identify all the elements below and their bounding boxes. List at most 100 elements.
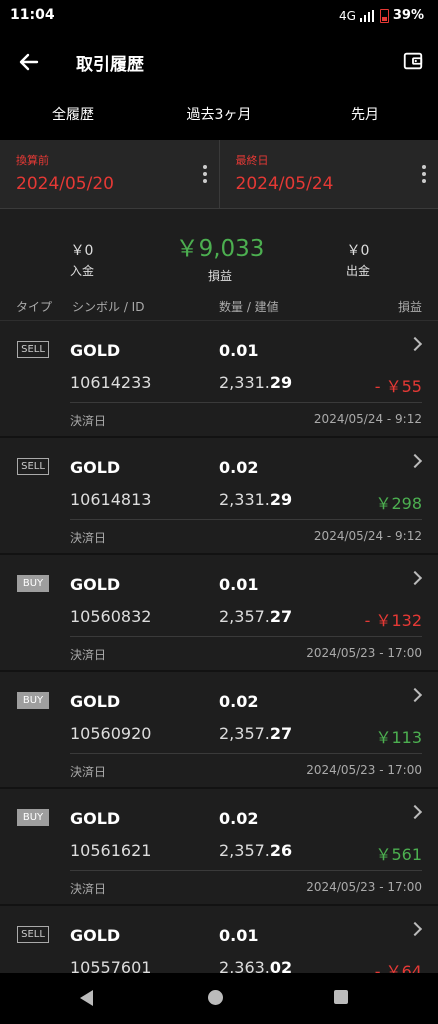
trade-price: 2,331.29	[219, 490, 293, 509]
trade-price: 2,357.27	[219, 724, 293, 743]
withdrawal-summary: ￥0 出金	[338, 240, 378, 279]
network-label: 4G	[338, 8, 356, 23]
wallet-icon[interactable]	[402, 50, 424, 72]
column-header: タイプ シンボル / ID 数量 / 建値 損益	[0, 292, 438, 321]
nav-recents-icon[interactable]	[334, 990, 348, 1004]
arrow-left-icon[interactable]	[16, 50, 42, 74]
more-vert-icon[interactable]	[422, 165, 426, 183]
trade-qty: 0.02	[219, 692, 259, 711]
trade-qty: 0.01	[219, 926, 259, 945]
start-date-value: 2024/05/20	[16, 174, 114, 194]
settle-date: 2024/05/23 - 17:00	[306, 763, 422, 777]
settle-date: 2024/05/24 - 9:12	[313, 529, 422, 543]
settle-date: 2024/05/24 - 9:12	[313, 412, 422, 426]
divider	[70, 519, 422, 520]
trade-qty: 0.01	[219, 575, 259, 594]
trade-id: 10560832	[70, 607, 152, 626]
divider	[70, 636, 422, 637]
settle-label: 決済日	[70, 648, 107, 662]
trade-qty: 0.01	[219, 341, 259, 360]
nav-home-icon[interactable]	[208, 990, 223, 1005]
tab-all-history[interactable]: 全履歴	[0, 90, 146, 140]
battery-icon	[379, 8, 389, 23]
deposit-summary: ￥0 入金	[62, 240, 102, 279]
trade-id: 10557601	[70, 958, 152, 973]
trade-price: 2,357.26	[219, 841, 293, 860]
side-badge: SELL	[17, 458, 49, 475]
trade-price: 2,331.29	[219, 373, 293, 392]
trade-symbol: GOLD	[70, 692, 121, 711]
chevron-right-icon	[407, 921, 423, 937]
side-badge: BUY	[17, 692, 49, 709]
col-qty: 数量 / 建値	[219, 300, 279, 314]
settle-label: 決済日	[70, 765, 107, 779]
start-date-picker[interactable]: 換算前 2024/05/20	[0, 140, 219, 208]
col-pl: 損益	[397, 300, 422, 314]
deposit-amount: ￥0	[70, 243, 94, 259]
divider	[70, 402, 422, 403]
side-badge: BUY	[17, 575, 49, 592]
chevron-right-icon	[407, 570, 423, 586]
trade-symbol: GOLD	[70, 809, 121, 828]
trade-pl: - ￥64	[374, 962, 422, 973]
trade-id: 10614233	[70, 373, 152, 392]
side-badge: BUY	[17, 809, 49, 826]
settle-date: 2024/05/23 - 17:00	[306, 880, 422, 894]
divider	[70, 870, 422, 871]
side-badge: SELL	[17, 341, 49, 358]
app-bar: 取引履歴	[0, 32, 438, 90]
trade-qty: 0.02	[219, 458, 259, 477]
withdrawal-amount: ￥0	[346, 243, 370, 259]
trade-row[interactable]: SELL GOLD 0.01 10557601 2,363.02 - ￥64	[0, 906, 438, 973]
tab-past-3-months[interactable]: 過去3ヶ月	[146, 90, 292, 140]
trade-row[interactable]: SELL GOLD 0.01 10614233 2,331.29 - ￥55 決…	[0, 321, 438, 436]
trade-id: 10614813	[70, 490, 152, 509]
trade-row[interactable]: BUY GOLD 0.02 10561621 2,357.26 ￥561 決済日…	[0, 789, 438, 904]
settle-label: 決済日	[70, 882, 107, 896]
trade-id: 10560920	[70, 724, 152, 743]
trade-symbol: GOLD	[70, 575, 121, 594]
more-vert-icon[interactable]	[202, 165, 207, 183]
end-date-value: 2024/05/24	[235, 174, 334, 194]
col-symbol: シンボル / ID	[72, 300, 145, 314]
settle-label: 決済日	[70, 531, 107, 545]
divider	[70, 753, 422, 754]
status-bar: 11:04 4G 39%	[0, 0, 438, 32]
system-nav-bar	[0, 973, 438, 1024]
profit-summary: ￥9,033 損益	[160, 229, 280, 284]
status-icons: 4G 39%	[339, 8, 424, 23]
chevron-right-icon	[407, 687, 423, 703]
end-date-picker[interactable]: 最終日 2024/05/24	[218, 140, 438, 208]
trade-pl: ￥561	[375, 845, 422, 864]
nav-back-icon[interactable]	[80, 990, 93, 1006]
trade-symbol: GOLD	[70, 341, 121, 360]
trade-pl: ￥298	[375, 494, 422, 513]
chevron-right-icon	[407, 453, 423, 469]
chevron-right-icon	[407, 804, 423, 820]
total-profit: ￥9,033	[175, 236, 265, 262]
summary-panel: ￥0 入金 ￥9,033 損益 ￥0 出金	[0, 209, 438, 292]
trade-id: 10561621	[70, 841, 152, 860]
side-badge: SELL	[17, 926, 49, 943]
trade-pl: - ￥55	[374, 377, 422, 396]
chevron-right-icon	[407, 336, 423, 352]
trade-price: 2,363.02	[219, 958, 293, 973]
profit-label: 損益	[207, 269, 232, 283]
date-range: 換算前 2024/05/20 最終日 2024/05/24	[0, 140, 438, 209]
deposit-label: 入金	[69, 264, 94, 278]
signal-icon	[359, 9, 376, 22]
trade-symbol: GOLD	[70, 926, 121, 945]
trade-row[interactable]: BUY GOLD 0.02 10560920 2,357.27 ￥113 決済日…	[0, 672, 438, 787]
withdrawal-label: 出金	[345, 264, 370, 278]
tab-last-month[interactable]: 先月	[292, 90, 438, 140]
settle-date: 2024/05/23 - 17:00	[306, 646, 422, 660]
trade-row[interactable]: BUY GOLD 0.01 10560832 2,357.27 - ￥132 決…	[0, 555, 438, 670]
trade-list: SELL GOLD 0.01 10614233 2,331.29 - ￥55 決…	[0, 321, 438, 973]
trade-pl: ￥113	[375, 728, 422, 747]
trade-pl: - ￥132	[364, 611, 422, 630]
status-time: 11:04	[10, 7, 55, 23]
col-type: タイプ	[16, 300, 53, 314]
trade-row[interactable]: SELL GOLD 0.02 10614813 2,331.29 ￥298 決済…	[0, 438, 438, 553]
battery-level: 39%	[392, 8, 424, 23]
trade-price: 2,357.27	[219, 607, 293, 626]
